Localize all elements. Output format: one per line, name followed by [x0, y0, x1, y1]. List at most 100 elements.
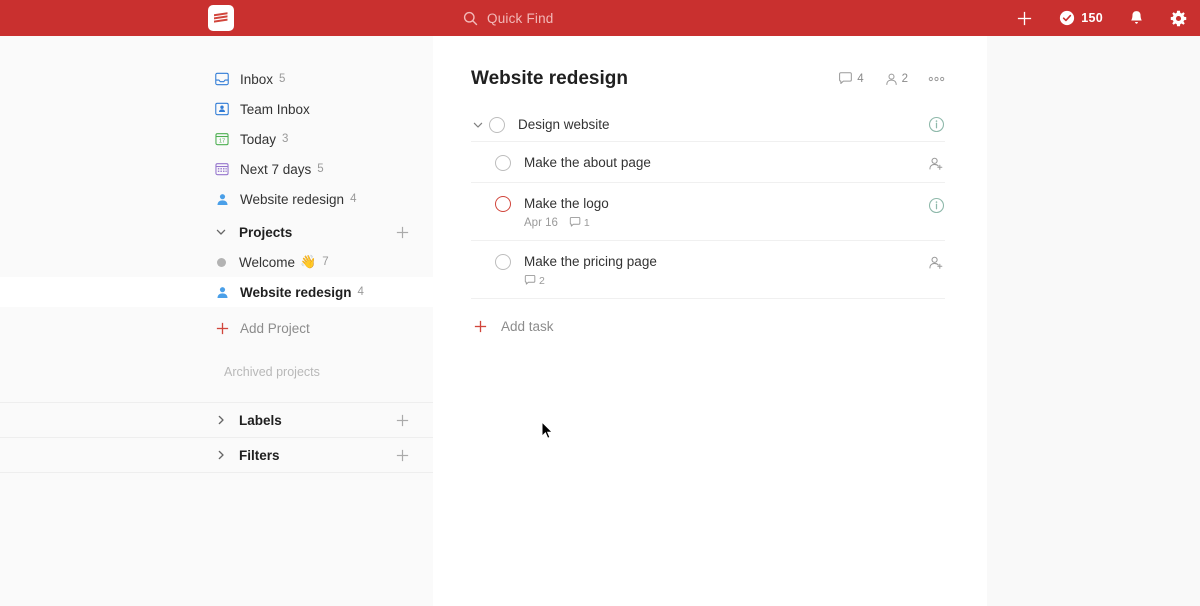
inbox-icon	[213, 70, 231, 88]
shared-project-icon	[213, 190, 231, 208]
quick-find-button[interactable]: Quick Find	[463, 0, 554, 36]
project-members-button[interactable]: 2	[884, 72, 908, 87]
add-project-icon-button[interactable]	[393, 223, 411, 241]
filters-section-header[interactable]: Filters	[0, 438, 433, 472]
chevron-right-icon	[213, 447, 229, 463]
project-item-website-redesign[interactable]: Website redesign 4	[0, 277, 433, 307]
sidebar-nav: Inbox 5 Team Inbox 17 Today 3 Next 7 day…	[0, 64, 433, 473]
assign-person-icon-button[interactable]	[927, 155, 945, 173]
quick-find-label: Quick Find	[487, 10, 554, 26]
plus-icon	[1018, 11, 1032, 25]
sidebar-item-count: 4	[350, 193, 357, 205]
assign-person-icon-button[interactable]	[927, 254, 945, 272]
task-meta: 2	[524, 274, 945, 287]
sidebar-item-count: 3	[282, 133, 289, 145]
project-count: 7	[322, 256, 329, 268]
task-checkbox[interactable]	[495, 196, 511, 212]
plus-icon	[396, 226, 408, 238]
sidebar-item-inbox[interactable]: Inbox 5	[0, 64, 433, 94]
plus-icon	[213, 319, 231, 337]
project-count: 4	[357, 286, 364, 298]
todoist-logo[interactable]	[208, 5, 234, 31]
task-title: Make the pricing page	[524, 254, 657, 269]
task-list: Design website Make the about page Make …	[433, 108, 987, 343]
sidebar-item-today[interactable]: 17 Today 3	[0, 124, 433, 154]
person-icon	[885, 73, 897, 85]
task-info-icon-button[interactable]	[927, 116, 945, 134]
project-color-dot	[217, 257, 226, 267]
add-task-label: Add task	[501, 318, 554, 334]
labels-section-header[interactable]: Labels	[0, 403, 433, 437]
page-title: Website redesign	[471, 68, 628, 89]
next-7-days-icon	[213, 160, 231, 178]
project-header: Website redesign 4 2	[433, 64, 987, 94]
filters-section: Filters	[0, 437, 433, 473]
top-bar-actions: 150	[1003, 0, 1200, 36]
sidebar-item-website-redesign[interactable]: Website redesign 4	[0, 184, 433, 214]
sidebar-item-count: 5	[317, 163, 324, 175]
members-count: 2	[901, 73, 908, 85]
collapse-chevron-down-icon[interactable]	[471, 118, 485, 132]
team-inbox-icon	[213, 100, 231, 118]
task-comments[interactable]: 1	[569, 216, 590, 229]
productivity-karma-button[interactable]: 150	[1046, 0, 1116, 36]
sidebar-lower-sections: Labels Filters	[0, 402, 433, 473]
task-row[interactable]: Make the pricing page 2	[471, 241, 945, 299]
labels-section: Labels	[0, 402, 433, 437]
task-checkbox[interactable]	[495, 254, 511, 270]
add-task-button[interactable]	[1003, 0, 1046, 36]
sidebar-item-label: Today	[240, 131, 277, 147]
bell-icon	[1131, 11, 1142, 24]
gear-icon	[1170, 10, 1187, 26]
top-bar: Quick Find 150	[0, 0, 1200, 36]
sidebar-item-label: Next 7 days	[240, 161, 312, 177]
wave-emoji-icon: 👋	[300, 254, 317, 269]
add-task-button[interactable]: Add task	[471, 309, 945, 343]
check-circle-icon	[1060, 10, 1075, 26]
add-label-button[interactable]	[393, 411, 411, 429]
task-comments[interactable]: 2	[524, 274, 545, 287]
task-info-icon-button[interactable]	[927, 196, 945, 214]
settings-button[interactable]	[1157, 0, 1200, 36]
task-comments-count: 1	[583, 216, 590, 229]
add-project-button[interactable]: Add Project	[0, 313, 433, 343]
task-checkbox[interactable]	[489, 116, 505, 133]
plus-icon	[396, 414, 408, 426]
today-calendar-icon: 17	[213, 130, 231, 148]
projects-section-header[interactable]: Projects	[0, 217, 433, 247]
chevron-right-icon	[213, 412, 229, 428]
task-comments-count: 2	[539, 274, 545, 287]
plus-icon	[471, 317, 489, 335]
add-filter-button[interactable]	[393, 446, 411, 464]
chevron-down-icon	[213, 224, 229, 240]
task-body: Make the about page	[524, 155, 945, 170]
project-item-welcome[interactable]: Welcome 👋 7	[0, 247, 433, 277]
search-icon	[463, 11, 478, 25]
task-checkbox[interactable]	[495, 155, 511, 171]
sidebar-item-team-inbox[interactable]: Team Inbox	[0, 94, 433, 124]
task-row[interactable]: Make the about page	[471, 142, 945, 183]
comment-icon	[569, 216, 581, 227]
add-person-icon	[929, 157, 943, 170]
comment-icon	[839, 72, 853, 84]
notifications-button[interactable]	[1116, 0, 1157, 36]
task-row[interactable]: Make the logo Apr 16 1	[471, 183, 945, 241]
sidebar-item-next-7-days[interactable]: Next 7 days 5	[0, 154, 433, 184]
svg-text:17: 17	[219, 139, 225, 145]
labels-title: Labels	[239, 412, 282, 428]
archived-projects-link[interactable]: Archived projects	[0, 365, 433, 379]
task-title: Make the about page	[524, 155, 651, 170]
sidebar-item-label: Inbox	[240, 71, 274, 87]
task-body: Make the pricing page 2	[524, 254, 945, 287]
shared-project-icon	[213, 283, 231, 301]
karma-count: 150	[1081, 11, 1103, 25]
task-row-parent[interactable]: Design website	[471, 108, 945, 142]
project-label: Welcome	[239, 254, 296, 270]
project-comments-button[interactable]: 4	[838, 71, 864, 87]
info-icon	[928, 116, 944, 133]
project-header-actions: 4 2	[838, 71, 945, 87]
project-label: Website redesign	[240, 284, 352, 300]
main-content: Website redesign 4 2 Design website Make…	[433, 36, 987, 606]
comment-icon	[524, 274, 536, 285]
project-more-menu-button[interactable]	[928, 76, 945, 82]
